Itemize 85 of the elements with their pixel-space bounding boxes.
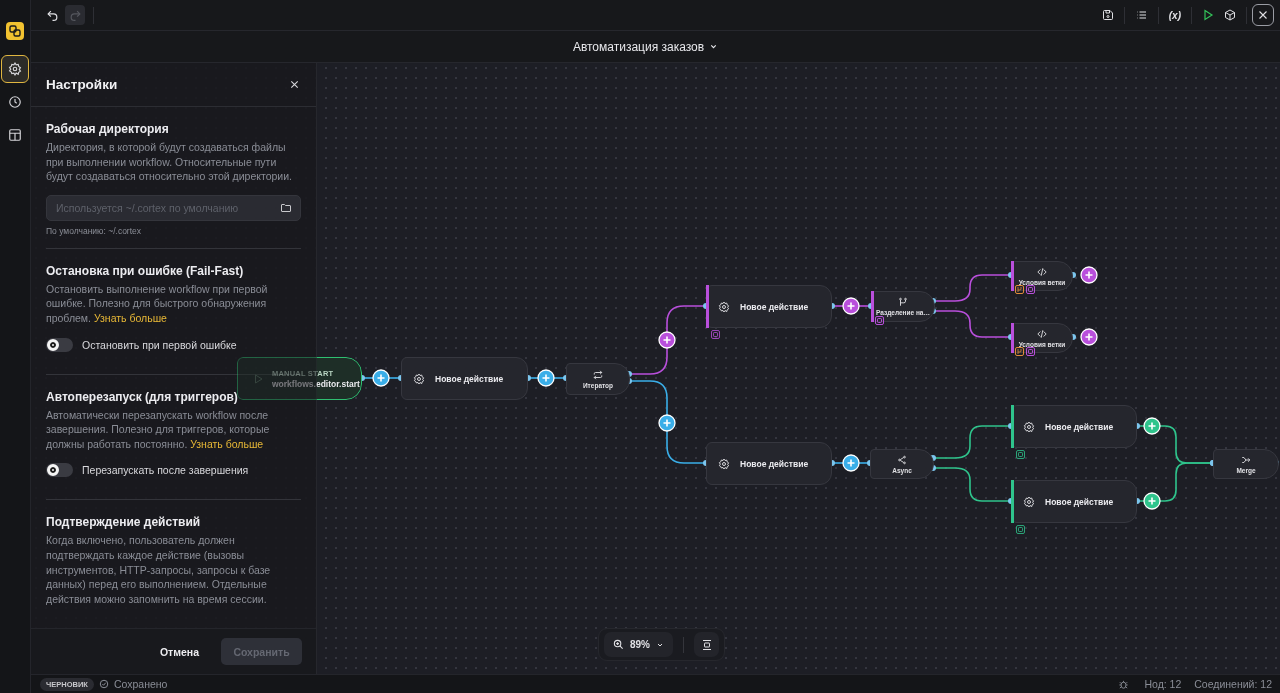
play-icon: [252, 372, 264, 385]
node-label: Новое действие: [1045, 496, 1114, 507]
add-node-button[interactable]: [537, 369, 555, 387]
tag-icon: [1016, 450, 1025, 459]
add-node-button[interactable]: [1080, 328, 1098, 346]
gear-icon: [8, 62, 22, 76]
check-circle-icon: [98, 679, 109, 689]
section-title: Автоперезапуск (для триггеров): [46, 389, 239, 404]
section-description: Автоматически перезапускать workflow после завершения. Полезно для триггеров, которые должны работать постоянно. Узнать больше: [46, 407, 271, 452]
tag-icon: [1016, 525, 1025, 534]
add-node-button[interactable]: [842, 297, 860, 315]
code-icon: [1037, 266, 1047, 277]
loop-icon: [593, 369, 603, 380]
gear-icon: [718, 300, 730, 313]
section-title: Остановка при ошибке (Fail-Fast): [46, 263, 245, 278]
zoom-in-icon: [613, 639, 624, 650]
add-node-button[interactable]: [1143, 417, 1161, 435]
learn-more-link[interactable]: Узнать больше: [93, 311, 167, 324]
node-label: Новое действие: [435, 373, 504, 384]
action-node[interactable]: Новое действие: [706, 285, 832, 328]
learn-more-link[interactable]: Узнать больше: [190, 437, 264, 450]
chevron-down-icon: [709, 42, 719, 51]
cube-icon: [1224, 9, 1236, 21]
section-title: Рабочая директория: [46, 122, 170, 136]
gear-icon: [718, 457, 730, 470]
add-node-button[interactable]: [372, 369, 390, 387]
tag-icon: [1026, 347, 1035, 356]
add-node-button[interactable]: [658, 331, 676, 349]
tag-icon: [711, 330, 720, 339]
gear-icon: [413, 372, 425, 385]
close-button[interactable]: [1252, 4, 1274, 26]
code-icon: [1037, 328, 1047, 339]
section-description: Когда включено, пользователь должен подтверждать каждое действие (вызовы инструментов, HTTP-запросы, запросы к базе данных) перед его выполнением. Отдельные действия можно запомнить на время сессии.: [46, 533, 272, 607]
node-label: Новое действие: [1045, 421, 1114, 432]
save-icon: [1101, 9, 1114, 21]
fit-view-icon: [700, 638, 713, 651]
close-icon: [289, 79, 300, 90]
toggle-label: Перезапускать после завершения: [82, 464, 249, 477]
folder-icon[interactable]: [280, 201, 292, 214]
branch-tag-icon: [1015, 285, 1024, 294]
section-title: Подтверждение действий: [46, 515, 202, 530]
action-node[interactable]: Новое действие: [401, 357, 528, 400]
play-icon: [1202, 9, 1214, 21]
gear-icon: [1023, 420, 1035, 433]
toggle-switch[interactable]: [46, 337, 73, 352]
bug-icon[interactable]: [1118, 678, 1130, 690]
action-node[interactable]: Новое действие: [1011, 480, 1137, 523]
zoom-dropdown[interactable]: 89%: [604, 632, 673, 657]
add-node-button[interactable]: [1080, 266, 1098, 284]
action-node[interactable]: Новое действие: [1011, 405, 1137, 448]
connection-count: Соединений: 12: [1194, 678, 1272, 690]
variables-button[interactable]: (x): [1163, 4, 1186, 26]
branch-tag-icon: [1015, 347, 1024, 356]
toggle-label: Остановить при первой ошибке: [82, 338, 237, 351]
share-icon: [897, 454, 907, 465]
workflow-title-dropdown[interactable]: Автоматизация заказов: [568, 37, 723, 56]
cancel-button[interactable]: Отмена: [151, 639, 207, 664]
panel-title: Настройки: [46, 77, 118, 92]
table-icon: [8, 128, 22, 142]
add-node-button[interactable]: [658, 414, 676, 432]
merge-icon: [1241, 454, 1251, 465]
app-logo-icon: [6, 22, 24, 40]
clock-icon: [8, 95, 22, 109]
tag-icon: [1026, 285, 1035, 294]
add-node-button[interactable]: [1143, 492, 1161, 510]
fit-view-button[interactable]: [694, 632, 719, 657]
save-status: Сохранено: [113, 678, 168, 690]
action-node[interactable]: Новое действие: [706, 442, 832, 485]
branch-icon: [898, 297, 908, 307]
settings-tab[interactable]: [1, 55, 29, 83]
add-node-button[interactable]: [842, 454, 860, 472]
field-hint: По умолчанию: ~/.cortex: [46, 225, 143, 236]
tag-icon: [875, 316, 884, 325]
undo-icon: [45, 8, 59, 22]
node-label: workflows.editor.start: [272, 378, 360, 389]
toggle-switch[interactable]: [46, 463, 73, 478]
section-description: Остановить выполнение workflow при первой ошибке. Полезно для быстрого обнаружения проблем. Узнать больше: [46, 281, 269, 326]
gear-icon: [1023, 495, 1035, 508]
close-icon: [1257, 9, 1269, 21]
node-count: Нод: 12: [1144, 678, 1182, 690]
node-label: Новое действие: [740, 458, 809, 469]
list-icon: [1134, 9, 1148, 21]
redo-icon: [68, 8, 82, 22]
section-description: Директория, в которой будут создаваться файлы при выполнении workflow. Относительные пути будут создаваться относительно этой директории.: [46, 140, 293, 184]
node-label: Новое действие: [740, 301, 809, 312]
